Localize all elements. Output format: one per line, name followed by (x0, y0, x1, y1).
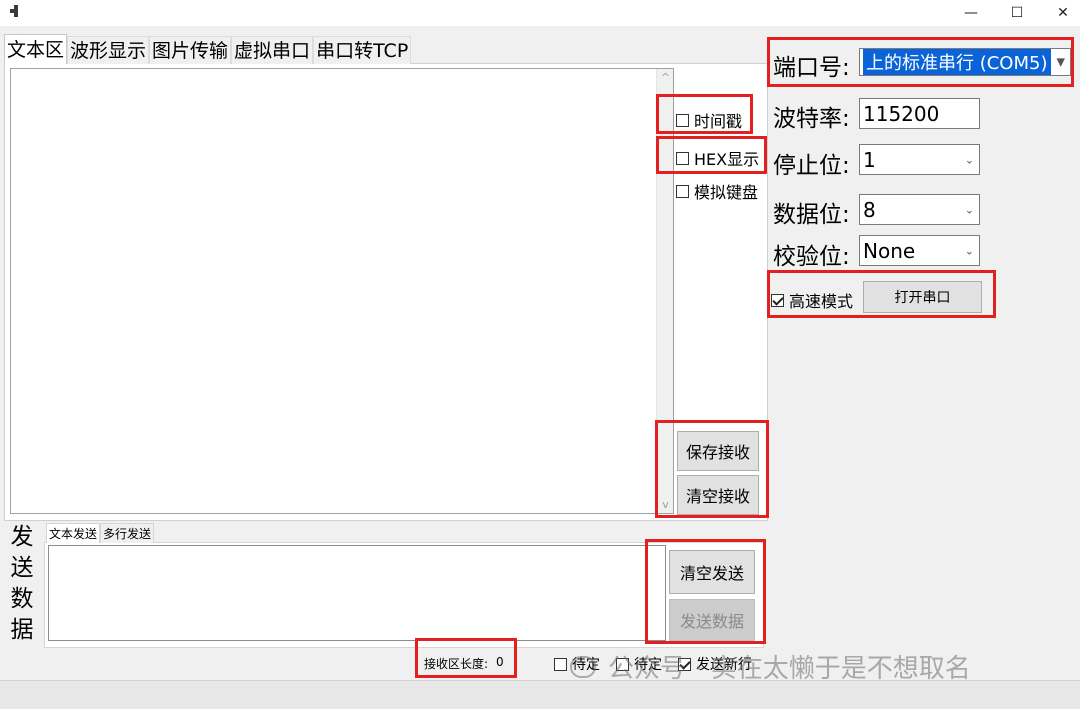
title-bar: — ☐ ✕ (0, 0, 1080, 26)
port-label: 端口号: (773, 55, 850, 81)
hex-display-box[interactable] (676, 151, 689, 165)
port-value: 上的标准串行 (COM5) (863, 49, 1051, 75)
save-receive-button[interactable]: 保存接收 (677, 431, 759, 471)
parity-label: 校验位: (773, 244, 850, 270)
receive-textarea[interactable]: ^ v (10, 68, 674, 514)
hex-display-checkbox[interactable]: HEX显示 (676, 146, 759, 170)
stop-bits-label: 停止位: (773, 153, 850, 179)
timestamp-box[interactable] (676, 113, 689, 127)
send-data-label: 发 送 数 据 (8, 522, 36, 646)
data-bits-label: 数据位: (773, 202, 850, 228)
pending-box-1[interactable] (554, 657, 567, 671)
data-bits-value: 8 (863, 197, 876, 222)
baud-input[interactable]: 115200 (859, 98, 980, 129)
send-tabs: 文本发送 多行发送 (46, 523, 155, 543)
main-tabs: 文本区 波形显示 图片传输 虚拟串口 串口转TCP (4, 34, 412, 64)
chevron-down-icon: ⌄ (964, 244, 974, 257)
send-label-char: 送 (10, 555, 34, 581)
virtual-keyboard-label: 模拟键盘 (694, 183, 759, 202)
chevron-down-icon: ⌄ (964, 153, 974, 166)
tab-virtual-port[interactable]: 虚拟串口 (231, 36, 314, 64)
app-icon (10, 5, 22, 17)
maximize-button[interactable]: ☐ (994, 0, 1040, 26)
stop-bits-value: 1 (863, 147, 876, 172)
tab-text-area[interactable]: 文本区 (4, 34, 68, 64)
tab-waveform[interactable]: 波形显示 (67, 36, 150, 64)
scroll-up-icon[interactable]: ^ (657, 69, 674, 86)
scroll-down-icon[interactable]: v (657, 496, 674, 513)
tab-multi-send[interactable]: 多行发送 (100, 523, 155, 543)
send-label-char: 发 (10, 524, 34, 550)
baud-value: 115200 (863, 101, 940, 126)
data-bits-select[interactable]: 8 ⌄ (859, 194, 980, 225)
high-speed-label: 高速模式 (789, 292, 854, 311)
tab-text-send[interactable]: 文本发送 (46, 523, 101, 543)
send-data-button[interactable]: 发送数据 (669, 599, 755, 641)
virtual-keyboard-checkbox[interactable]: 模拟键盘 (676, 179, 758, 203)
tab-serial-to-tcp[interactable]: 串口转TCP (313, 36, 412, 64)
clear-receive-button[interactable]: 清空接收 (677, 475, 759, 515)
hex-display-label: HEX显示 (694, 150, 760, 169)
tab-image-transfer[interactable]: 图片传输 (149, 36, 232, 64)
send-label-char: 据 (10, 617, 34, 643)
high-speed-box[interactable] (771, 293, 784, 307)
timestamp-checkbox[interactable]: 时间戳 (676, 108, 742, 132)
stop-bits-select[interactable]: 1 ⌄ (859, 144, 980, 175)
receive-length-value: 0 (496, 655, 504, 669)
high-speed-checkbox[interactable]: 高速模式 (771, 288, 853, 312)
chevron-down-icon: ⌄ (964, 203, 974, 216)
parity-select[interactable]: None ⌄ (859, 235, 980, 266)
send-textarea[interactable] (48, 545, 666, 641)
timestamp-label: 时间戳 (694, 112, 743, 131)
receive-length-label: 接收区长度: (424, 657, 489, 671)
chevron-down-icon: ▼ (1056, 55, 1065, 69)
open-port-button[interactable]: 打开串口 (863, 281, 982, 313)
wechat-icon (570, 655, 596, 678)
send-label-char: 数 (10, 586, 34, 612)
parity-value: None (863, 238, 916, 263)
baud-label: 波特率: (773, 106, 850, 132)
receive-scrollbar[interactable]: ^ v (656, 69, 673, 513)
clear-send-button[interactable]: 清空发送 (669, 550, 755, 594)
port-select[interactable]: 上的标准串行 (COM5) ▼ (859, 48, 1071, 76)
close-button[interactable]: ✕ (1040, 0, 1080, 26)
status-bar (0, 680, 1080, 709)
virtual-keyboard-box[interactable] (676, 184, 689, 198)
minimize-button[interactable]: — (948, 0, 994, 26)
